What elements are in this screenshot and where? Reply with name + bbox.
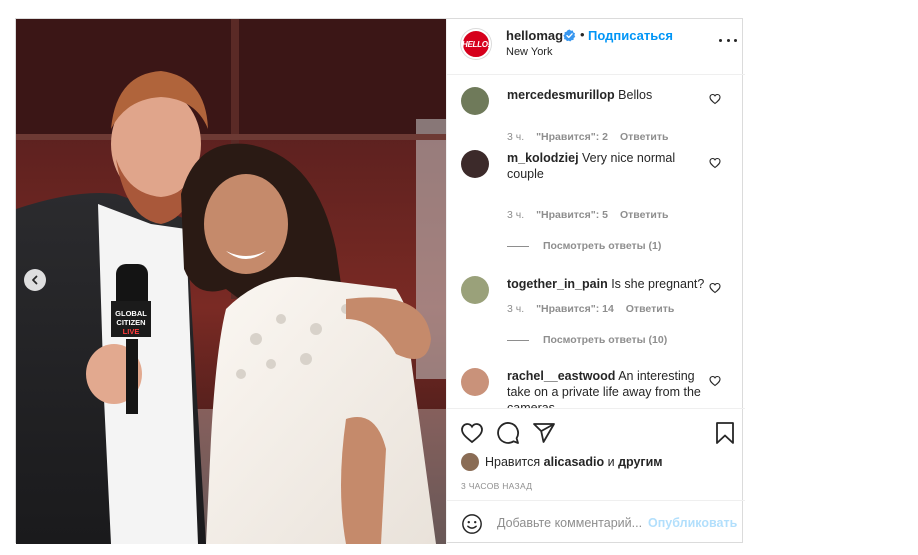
previous-photo-button[interactable]: [24, 269, 46, 291]
like-comment-heart-icon[interactable]: [709, 157, 721, 169]
commenter-username[interactable]: mercedesmurillop: [507, 88, 615, 102]
mic-flag-text-line1: GLOBAL: [115, 309, 147, 318]
save-bookmark-icon[interactable]: [713, 421, 737, 445]
brand-logo-text: HELLO!: [462, 39, 490, 49]
profile-avatar[interactable]: HELLO!: [461, 29, 491, 59]
view-replies-label: Посмотреть ответы (1): [543, 240, 662, 252]
mic-flag-text-line3: LIVE: [123, 327, 140, 336]
liked-by-prefix: Нравится: [485, 455, 541, 469]
verified-badge-icon: [563, 29, 576, 42]
like-comment-heart-icon[interactable]: [709, 375, 721, 387]
commenter-avatar[interactable]: [461, 368, 489, 396]
post-header: HELLO! hellomag • Подписаться New York: [447, 19, 745, 75]
post-location[interactable]: New York: [506, 46, 552, 58]
commenter-username[interactable]: m_kolodziej: [507, 151, 579, 165]
commenter-avatar[interactable]: [461, 276, 489, 304]
reply-button[interactable]: Ответить: [620, 131, 669, 143]
comment-bubble-icon[interactable]: [496, 421, 520, 445]
more-dot-icon: [719, 38, 722, 42]
comment-body: mercedesmurillop Bellos: [507, 87, 707, 103]
comment-text: Bellos: [618, 88, 653, 102]
comment-body: m_kolodziej Very nice normal couple: [507, 150, 707, 182]
comment-body: rachel__eastwood An interesting take on …: [507, 368, 707, 408]
view-replies-label: Посмотреть ответы (10): [543, 334, 668, 346]
comment-text: Is she pregnant?: [611, 277, 705, 291]
comments-list[interactable]: mercedesmurillop Bellos 3 ч. "Нравится":…: [447, 76, 745, 408]
commenter-avatar[interactable]: [461, 150, 489, 178]
profile-username[interactable]: hellomag: [506, 28, 563, 43]
post-timestamp[interactable]: 3 ЧАСОВ НАЗАД: [461, 481, 532, 491]
add-comment-input[interactable]: [497, 513, 647, 533]
like-comment-heart-icon[interactable]: [709, 93, 721, 105]
comment-likes-count[interactable]: "Нравится": 2: [536, 131, 608, 143]
liked-by-summary: Нравится alicasadio и другим: [461, 453, 663, 471]
liker-avatar[interactable]: [461, 453, 479, 471]
publish-comment-button[interactable]: Опубликовать: [648, 516, 737, 530]
instagram-post: GLOBAL CITIZEN LIVE HELLO! hellomag • По…: [15, 18, 745, 544]
liked-by-others-link[interactable]: другим: [618, 455, 663, 469]
view-replies-button[interactable]: Посмотреть ответы (1): [507, 240, 661, 252]
emoji-smiley-icon[interactable]: [461, 513, 483, 535]
comment-likes-count[interactable]: "Нравится": 14: [536, 303, 614, 315]
reply-button[interactable]: Ответить: [626, 303, 675, 315]
more-dot-icon: [734, 38, 737, 42]
replies-divider: [507, 245, 529, 247]
comment-time[interactable]: 3 ч.: [507, 131, 524, 143]
like-comment-heart-icon[interactable]: [709, 282, 721, 294]
reply-button[interactable]: Ответить: [620, 209, 669, 221]
comment-time[interactable]: 3 ч.: [507, 209, 524, 221]
header-separator: •: [580, 27, 585, 42]
comment-likes-count[interactable]: "Нравится": 5: [536, 209, 608, 221]
comment-meta: 3 ч. "Нравится": 14 Ответить: [507, 303, 683, 315]
comment-meta: 3 ч. "Нравится": 2 Ответить: [507, 131, 677, 143]
replies-divider: [507, 339, 529, 341]
post-photo[interactable]: GLOBAL CITIZEN LIVE: [16, 19, 446, 544]
more-options-button[interactable]: [719, 33, 737, 47]
more-dot-icon: [726, 38, 730, 42]
comment-meta: 3 ч. "Нравится": 5 Ответить: [507, 209, 677, 221]
comment-body: together_in_pain Is she pregnant?: [507, 276, 707, 292]
commenter-username[interactable]: together_in_pain: [507, 277, 608, 291]
post-side-panel: HELLO! hellomag • Подписаться New York m…: [446, 19, 745, 544]
liked-by-and: и: [607, 455, 615, 469]
commenter-avatar[interactable]: [461, 87, 489, 115]
share-paper-plane-icon[interactable]: [532, 421, 556, 445]
add-comment-section: Опубликовать: [447, 500, 745, 544]
view-replies-button[interactable]: Посмотреть ответы (10): [507, 334, 667, 346]
like-heart-icon[interactable]: [460, 421, 484, 445]
comment-time[interactable]: 3 ч.: [507, 303, 524, 315]
mic-flag-text-line2: CITIZEN: [116, 318, 145, 327]
commenter-username[interactable]: rachel__eastwood: [507, 369, 615, 383]
follow-button[interactable]: Подписаться: [588, 28, 673, 43]
liked-by-username[interactable]: alicasadio: [544, 455, 604, 469]
chevron-left-icon: [32, 275, 38, 285]
